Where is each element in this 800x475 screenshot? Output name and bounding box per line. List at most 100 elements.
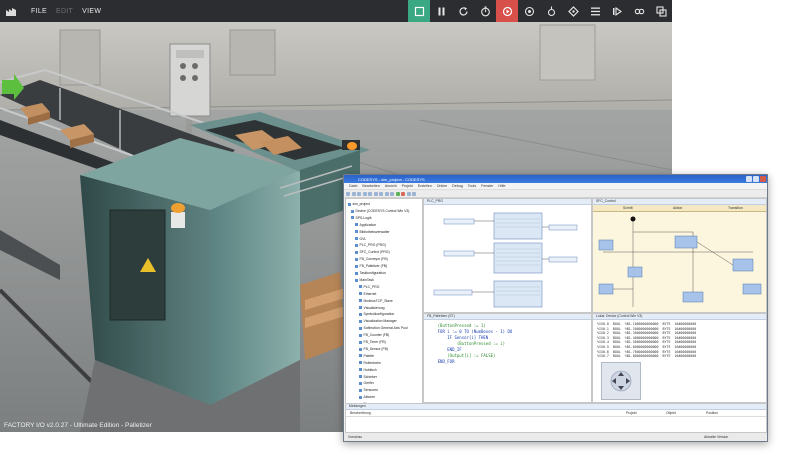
watch-row[interactable]: %IX0.4 BOOL %B1.5000000000000 BYTE 16#00… xyxy=(597,340,696,344)
code-line[interactable]: (ButtonPressed := i) xyxy=(428,341,505,346)
tree-item[interactable]: Visualisierung xyxy=(359,306,385,310)
code-line[interactable]: END_FOR xyxy=(428,359,455,364)
build-icon[interactable] xyxy=(390,191,394,196)
layers-button[interactable] xyxy=(650,0,672,22)
save-icon[interactable] xyxy=(357,191,361,196)
tree-item[interactable]: SPS-Logik xyxy=(351,216,372,220)
close-button[interactable] xyxy=(760,176,766,182)
tree-item[interactable]: Bibliotheksverwalter xyxy=(355,230,390,234)
ide-menu-item[interactable]: Fenster xyxy=(481,184,493,188)
st-editor-panel[interactable]: FB_Palletizer (ST) (ButtonPressed := 1) … xyxy=(423,313,592,403)
undo-icon[interactable] xyxy=(379,191,383,196)
tree-item[interactable]: Palette xyxy=(359,354,375,358)
tree-item[interactable]: Sensoren xyxy=(359,388,379,392)
minimize-button[interactable] xyxy=(746,176,752,182)
edit-mode-button[interactable] xyxy=(408,0,430,22)
pause-button[interactable] xyxy=(430,0,452,22)
menu-view[interactable]: VIEW xyxy=(82,8,101,15)
watch-panel[interactable]: Lokal: Device (Control Win V3) %IX0.0 BO… xyxy=(592,313,767,403)
tree-item[interactable]: Greifer xyxy=(359,381,374,385)
watch-row[interactable]: %IX0.7 BOOL %B1.8000000000000 BYTE 16#00… xyxy=(597,354,696,358)
login-icon[interactable] xyxy=(395,191,400,196)
fbd-editor-panel[interactable]: PLC_PRG xyxy=(423,198,592,313)
reset-button[interactable] xyxy=(452,0,474,22)
ide-menu-item[interactable]: Debug xyxy=(452,184,463,188)
watch-row[interactable]: %IX0.6 BOOL %B1.7000000000000 BYTE 16#00… xyxy=(597,350,696,354)
ide-menu-item[interactable]: Tools xyxy=(468,184,476,188)
run-icon xyxy=(502,6,512,16)
tree-item[interactable]: FB_Sensor (FB) xyxy=(359,347,389,351)
tree-item[interactable]: Visualization Manager xyxy=(359,319,397,323)
menu-file[interactable]: FILE xyxy=(31,8,47,15)
menu-edit[interactable]: EDIT xyxy=(56,8,73,15)
st-code-area[interactable]: (ButtonPressed := 1) FOR i := 0 TO (NumB… xyxy=(424,320,591,402)
stop-icon[interactable] xyxy=(412,191,416,196)
tree-item[interactable]: MainTask xyxy=(355,278,374,282)
camera-button[interactable] xyxy=(518,0,540,22)
redo-icon[interactable] xyxy=(384,191,389,196)
tree-item[interactable]: FB_Conveyor (FB) xyxy=(355,257,388,261)
paste-icon[interactable] xyxy=(373,191,378,196)
watch-row[interactable]: %IX0.2 BOOL %B1.3000000000000 BYTE 16#00… xyxy=(597,331,696,335)
maximize-button[interactable] xyxy=(753,176,759,182)
start-icon[interactable] xyxy=(406,191,411,196)
tree-item[interactable]: PLC_PRG xyxy=(359,285,380,289)
tree-item[interactable]: GVL xyxy=(355,237,367,241)
tree-item[interactable]: FB_Palletizer (FB) xyxy=(355,264,388,268)
ide-menu-item[interactable]: Erstellen xyxy=(418,184,432,188)
new-file-icon[interactable] xyxy=(346,191,350,196)
tree-item[interactable]: FB_Timer (FB) xyxy=(359,340,386,344)
watch-row[interactable]: %IX0.1 BOOL %B1.2000000000000 BYTE 16#00… xyxy=(597,327,696,331)
tree-item[interactable]: Application xyxy=(355,223,377,227)
copy-icon[interactable] xyxy=(368,191,372,196)
drivers-button[interactable] xyxy=(562,0,584,22)
cut-icon[interactable] xyxy=(362,191,367,196)
code-line[interactable]: FOR i := 0 TO (NumBoxes - 1) DO xyxy=(428,329,513,334)
tree-item[interactable]: Taskkonfiguration xyxy=(355,271,386,275)
code-line[interactable]: IF Sensor[i] THEN xyxy=(428,335,488,340)
timer-button[interactable] xyxy=(474,0,496,22)
logout-icon[interactable] xyxy=(401,191,405,196)
tree-item[interactable]: Device (CODESYS Control Win V3) xyxy=(351,209,410,213)
watch-row[interactable]: %IX0.3 BOOL %B1.4000000000000 BYTE 16#00… xyxy=(597,336,696,340)
msg-col-header: Position xyxy=(706,411,719,415)
ide-menu-item[interactable]: Datei xyxy=(349,184,357,188)
open-file-icon[interactable] xyxy=(351,191,356,196)
run-button[interactable] xyxy=(496,0,518,22)
tree-item[interactable]: Schieber xyxy=(359,375,377,379)
watch-row[interactable]: %IX0.0 BOOL %B1.1000000000000 BYTE 16#00… xyxy=(597,322,696,326)
link-button[interactable] xyxy=(628,0,650,22)
code-line[interactable]: (Output[i] := FALSE) xyxy=(428,353,495,358)
tree-item[interactable]: SFC_Control (PRG) xyxy=(355,250,390,254)
tree-item[interactable]: Ethernet xyxy=(359,292,377,296)
sfc-editor-panel[interactable]: SFC_Control Schritt Aktion Transition xyxy=(592,198,767,313)
tree-item[interactable]: Hubtisch xyxy=(359,368,377,372)
tree-item[interactable]: ModbusTCP_Slave xyxy=(359,299,393,303)
sensor-button[interactable] xyxy=(606,0,628,22)
tree-item[interactable]: Softmotion General Axis Pool xyxy=(359,326,408,330)
watch-row[interactable]: %IX0.5 BOOL %B1.6000000000000 BYTE 16#00… xyxy=(597,345,696,349)
tree-item[interactable]: PLC_PRG (PRG) xyxy=(355,243,386,247)
tree-item[interactable]: Symbolkonfiguration xyxy=(359,312,395,316)
code-line[interactable]: END_IF xyxy=(428,347,461,352)
project-tree-panel[interactable]: sim_project Device (CODESYS Control Win V… xyxy=(345,198,423,414)
tree-item[interactable]: sim_project xyxy=(348,202,370,206)
ide-title-bar: CODESYS - sim_project - CODESYS xyxy=(344,175,767,183)
ide-menu-item[interactable]: Hilfe xyxy=(498,184,505,188)
ide-menu-item[interactable]: Online xyxy=(437,184,447,188)
ide-status-left: Vorschau xyxy=(348,435,363,439)
tree-item[interactable]: FB_Counter (FB) xyxy=(359,333,390,337)
msg-col-header: Projekt xyxy=(626,411,637,415)
ide-menu-item[interactable]: Projekt xyxy=(402,184,413,188)
codesys-ide-window[interactable]: CODESYS - sim_project - CODESYS Datei Be… xyxy=(343,174,768,442)
status-bar-text: FACTORY I/O v2.0.27 - Ultimate Edition -… xyxy=(4,422,152,429)
ide-menu-item[interactable]: Bearbeiten xyxy=(362,184,379,188)
tree-item[interactable]: Rollenbahn xyxy=(359,361,381,365)
ide-menu-item[interactable]: Ansicht xyxy=(385,184,397,188)
code-line[interactable]: (ButtonPressed := 1) xyxy=(428,323,486,328)
light-button[interactable] xyxy=(540,0,562,22)
list-button[interactable] xyxy=(584,0,606,22)
jog-pad[interactable] xyxy=(601,362,641,400)
tree-item[interactable]: Aktoren xyxy=(359,395,376,399)
messages-panel[interactable]: Meldungen Beschreibung Projekt Objekt Po… xyxy=(345,403,767,433)
